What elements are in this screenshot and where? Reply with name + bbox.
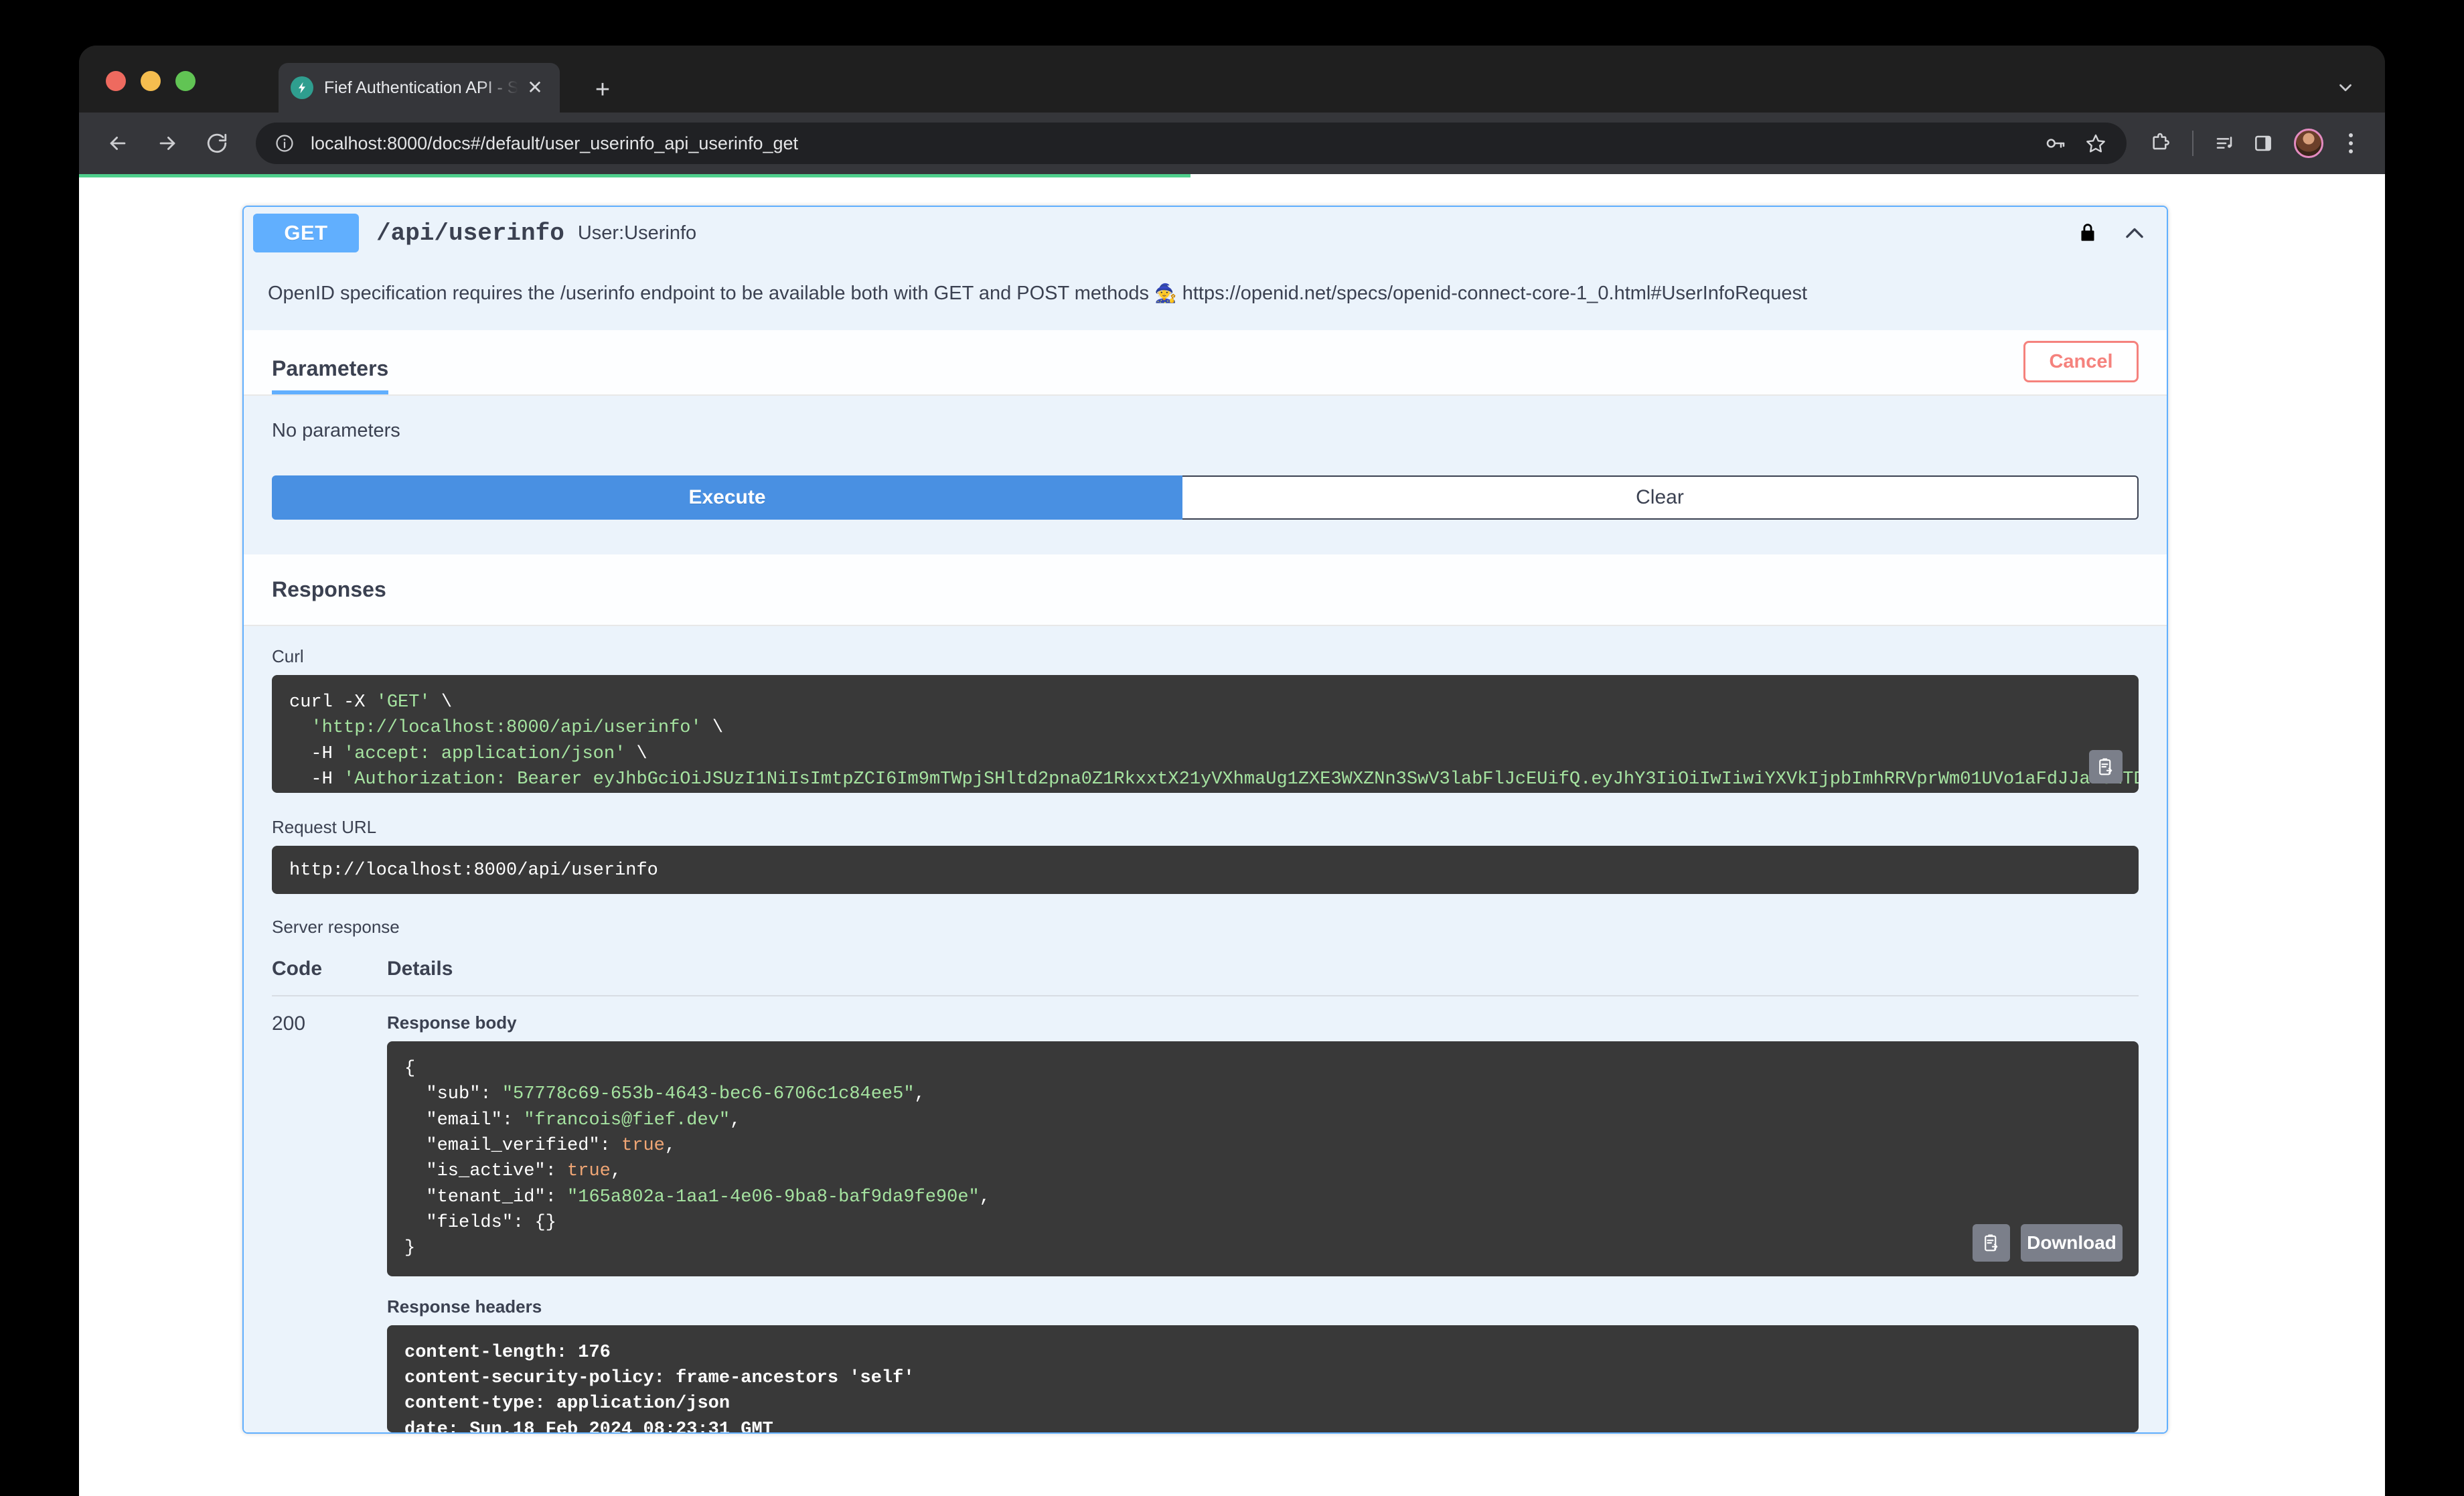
- response-headers-block: content-length: 176 content-security-pol…: [387, 1325, 2139, 1432]
- operation-body: Parameters Cancel No parameters Execute …: [244, 330, 2167, 1432]
- page-load-indicator: [79, 174, 1190, 177]
- copy-response-icon[interactable]: [1973, 1223, 2010, 1262]
- bookmark-star-icon[interactable]: [2077, 125, 2114, 162]
- site-info-icon[interactable]: [273, 132, 296, 155]
- response-headers-text: content-length: 176 content-security-pol…: [404, 1342, 915, 1432]
- server-response-label: Server response: [272, 917, 400, 938]
- browser-toolbar: localhost:8000/docs#/default/user_userin…: [79, 113, 2385, 174]
- browser-tab[interactable]: Fief Authentication API - Swagger UI ✕: [279, 63, 560, 113]
- response-body-label: Response body: [387, 1013, 517, 1033]
- clear-button[interactable]: Clear: [1182, 475, 2139, 520]
- column-header-code: Code: [272, 958, 322, 980]
- response-body-block: { "sub": "57778c69-653b-4643-bec6-6706c1…: [387, 1041, 2139, 1276]
- column-header-details: Details: [387, 958, 453, 980]
- parameters-header-row: Parameters Cancel: [244, 330, 2167, 395]
- request-url-text: http://localhost:8000/api/userinfo: [289, 861, 658, 881]
- response-details-cell: Response body { "sub": "57778c69-653b-46…: [387, 1013, 2139, 1432]
- mage-emoji-icon: 🧙: [1154, 283, 1177, 303]
- http-method-badge: GET: [253, 214, 359, 252]
- close-tab-icon[interactable]: ✕: [522, 75, 548, 100]
- curl-code-block: curl -X 'GET' \ 'http://localhost:8000/a…: [272, 675, 2139, 794]
- responses-heading: Responses: [244, 554, 2167, 627]
- table-row: 200 Response body { "sub": "57778c69-653…: [272, 996, 2139, 1432]
- toolbar-divider: [2192, 131, 2193, 156]
- address-bar-url: localhost:8000/docs#/default/user_userin…: [311, 133, 799, 153]
- media-playlist-icon[interactable]: [2207, 125, 2244, 162]
- back-icon[interactable]: [98, 123, 138, 163]
- browser-menu-icon[interactable]: [2334, 125, 2368, 162]
- no-parameters-text: No parameters: [244, 396, 2167, 461]
- operation-description-text: OpenID specification requires the /useri…: [268, 283, 1149, 304]
- forward-icon[interactable]: [147, 123, 187, 163]
- curl-label: Curl: [272, 646, 304, 667]
- cancel-button[interactable]: Cancel: [2023, 341, 2139, 383]
- chevron-down-icon[interactable]: [2335, 78, 2356, 102]
- password-key-icon[interactable]: [2037, 125, 2074, 162]
- page-viewport: GET /api/userinfo User:Userinfo OpenID s…: [79, 174, 2385, 1496]
- request-url-label: Request URL: [272, 817, 377, 838]
- response-status-code: 200: [272, 1013, 306, 1035]
- side-panel-icon[interactable]: [2244, 125, 2282, 162]
- table-header-row: Code Details: [272, 958, 2139, 997]
- operation-summary-text: User:Userinfo: [577, 222, 697, 244]
- response-body-text: { "sub": "57778c69-653b-4643-bec6-6706c1…: [404, 1059, 990, 1259]
- new-tab-button[interactable]: +: [588, 75, 617, 104]
- authorization-lock-icon[interactable]: [2070, 216, 2105, 250]
- window-controls: [106, 71, 196, 91]
- collapse-chevron-up-icon[interactable]: [2117, 216, 2152, 250]
- browser-window: Fief Authentication API - Swagger UI ✕ +…: [79, 46, 2385, 1496]
- close-window-button[interactable]: [106, 71, 126, 91]
- operation-path: /api/userinfo: [376, 219, 564, 247]
- reload-icon[interactable]: [197, 123, 237, 163]
- operation-description: OpenID specification requires the /useri…: [244, 259, 2167, 331]
- extensions-puzzle-icon[interactable]: [2141, 125, 2179, 162]
- fief-favicon-icon: [291, 76, 313, 99]
- browser-tab-strip: Fief Authentication API - Swagger UI ✕ +: [79, 46, 2385, 113]
- copy-curl-icon[interactable]: [2089, 750, 2123, 784]
- response-headers-label: Response headers: [387, 1296, 542, 1317]
- responses-body: Curl curl -X 'GET' \ 'http://localhost:8…: [244, 626, 2167, 1432]
- swagger-operation-block: GET /api/userinfo User:Userinfo OpenID s…: [242, 206, 2168, 1434]
- minimize-window-button[interactable]: [141, 71, 161, 91]
- operation-summary-bar[interactable]: GET /api/userinfo User:Userinfo: [244, 207, 2167, 259]
- curl-code-text: curl -X 'GET' \ 'http://localhost:8000/a…: [289, 692, 2139, 790]
- browser-tab-title: Fief Authentication API - Swagger UI: [324, 78, 518, 97]
- execute-button[interactable]: Execute: [272, 475, 1182, 520]
- operation-description-link[interactable]: https://openid.net/specs/openid-connect-…: [1182, 283, 1807, 304]
- profile-avatar[interactable]: [2294, 129, 2323, 158]
- tab-parameters[interactable]: Parameters: [272, 356, 389, 395]
- server-response-table: Code Details 200 Response body { "sub": …: [272, 958, 2139, 1432]
- request-url-block: http://localhost:8000/api/userinfo: [272, 846, 2139, 895]
- execute-button-row: Execute Clear: [244, 461, 2167, 555]
- address-bar[interactable]: localhost:8000/docs#/default/user_userin…: [256, 123, 2127, 164]
- download-button[interactable]: Download: [2021, 1223, 2123, 1262]
- maximize-window-button[interactable]: [175, 71, 196, 91]
